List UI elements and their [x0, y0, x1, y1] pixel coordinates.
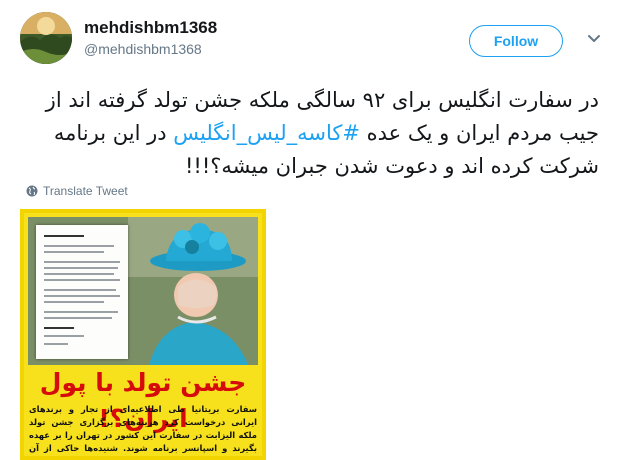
- avatar[interactable]: [20, 12, 72, 64]
- media-headline: جشن تولد با پول ایران؟!: [24, 365, 262, 433]
- media-caption: سفارت بریتانیا طی اطلاعیه‌ای از تجار و ب…: [29, 404, 257, 453]
- user-handle[interactable]: @mehdishbm1368: [84, 40, 217, 58]
- translate-tweet-link[interactable]: Translate Tweet: [26, 184, 128, 198]
- globe-icon: [26, 185, 38, 197]
- document-image: [36, 225, 128, 359]
- queen-photo: [28, 217, 258, 369]
- hashtag-link[interactable]: #کاسه_لیس_انگلیس: [173, 121, 360, 145]
- author-names: mehdishbm1368 @mehdishbm1368: [84, 18, 217, 58]
- follow-button[interactable]: Follow: [469, 25, 563, 57]
- translate-label: Translate Tweet: [43, 184, 128, 198]
- tweet-text: در سفارت انگلیس برای ۹۲ سالگی ملکه جشن ت…: [20, 84, 599, 183]
- chevron-down-icon[interactable]: [587, 34, 601, 44]
- display-name[interactable]: mehdishbm1368: [84, 18, 217, 38]
- tweet-header: mehdishbm1368 @mehdishbm1368 Follow: [20, 12, 603, 64]
- tweet-media-image[interactable]: جشن تولد با پول ایران؟! سفارت بریتانیا ط…: [20, 209, 266, 460]
